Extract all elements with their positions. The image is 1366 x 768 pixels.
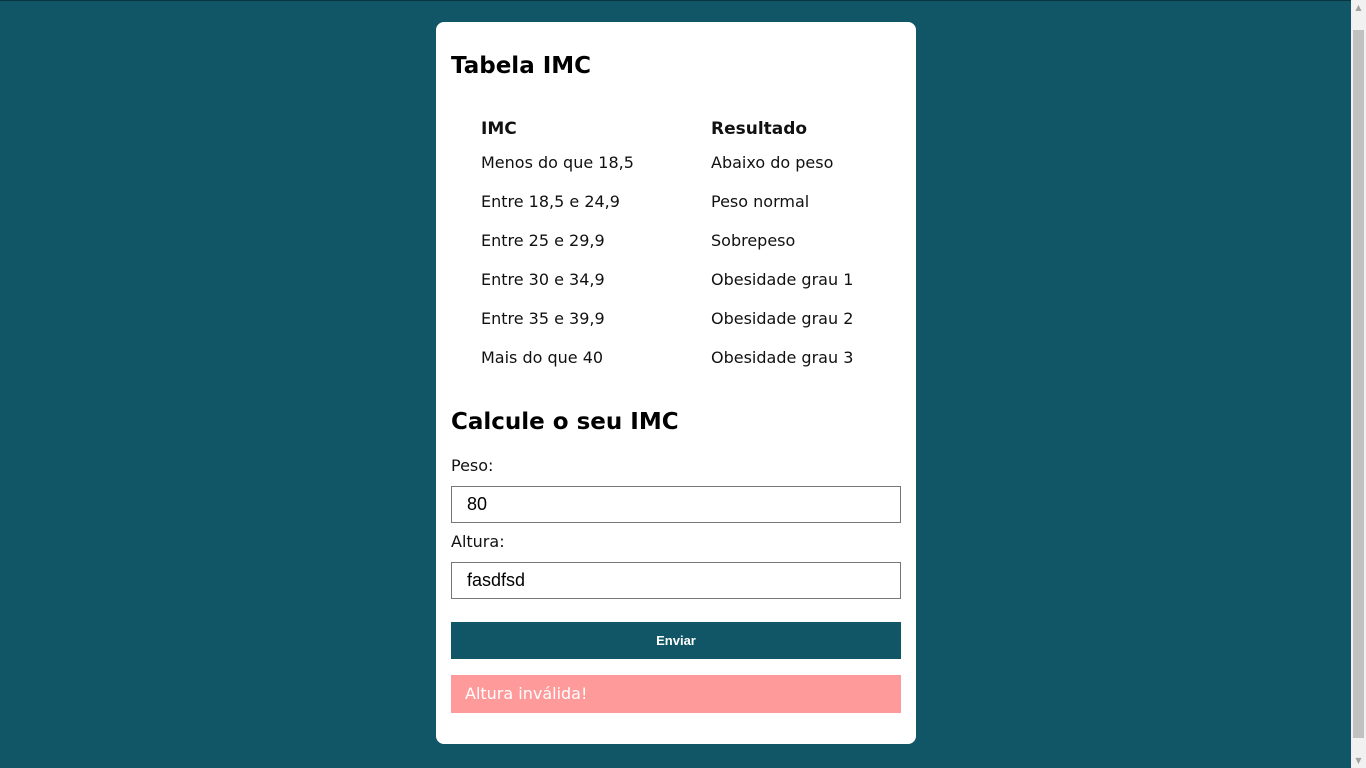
table-row: Entre 35 e 39,9 Obesidade grau 2 bbox=[481, 299, 871, 338]
cell-imc: Entre 30 e 34,9 bbox=[481, 270, 605, 289]
window-top-border bbox=[0, 0, 1366, 1]
cell-resultado: Obesidade grau 1 bbox=[711, 270, 854, 289]
cell-resultado: Peso normal bbox=[711, 192, 810, 211]
header-imc: IMC bbox=[481, 119, 517, 139]
header-resultado: Resultado bbox=[711, 119, 808, 139]
altura-label: Altura: bbox=[451, 532, 505, 551]
cell-imc: Entre 25 e 29,9 bbox=[481, 231, 605, 250]
table-row: Entre 18,5 e 24,9 Peso normal bbox=[481, 182, 871, 221]
cell-imc: Mais do que 40 bbox=[481, 348, 604, 367]
table-title: Tabela IMC bbox=[451, 53, 592, 79]
peso-input[interactable] bbox=[451, 486, 901, 523]
form-title: Calcule o seu IMC bbox=[451, 409, 679, 435]
imc-card: Tabela IMC IMC Resultado Menos do que 18… bbox=[436, 22, 916, 744]
vertical-scrollbar[interactable]: ▲ ▼ bbox=[1351, 0, 1366, 768]
table-header-row: IMC Resultado bbox=[481, 115, 871, 143]
cell-imc: Entre 35 e 39,9 bbox=[481, 309, 605, 328]
cell-resultado: Obesidade grau 2 bbox=[711, 309, 854, 328]
enviar-button[interactable]: Enviar bbox=[451, 622, 901, 659]
table-row: Entre 30 e 34,9 Obesidade grau 1 bbox=[481, 260, 871, 299]
cell-resultado: Obesidade grau 3 bbox=[711, 348, 854, 367]
scroll-up-icon[interactable]: ▲ bbox=[1351, 0, 1366, 15]
table-row: Mais do que 40 Obesidade grau 3 bbox=[481, 338, 871, 377]
cell-imc: Menos do que 18,5 bbox=[481, 153, 634, 172]
peso-label: Peso: bbox=[451, 456, 494, 475]
error-message: Altura inválida! bbox=[451, 675, 901, 713]
imc-table: IMC Resultado Menos do que 18,5 Abaixo d… bbox=[481, 115, 871, 377]
table-row: Menos do que 18,5 Abaixo do peso bbox=[481, 143, 871, 182]
scrollbar-thumb[interactable] bbox=[1353, 30, 1364, 738]
scroll-down-icon[interactable]: ▼ bbox=[1351, 753, 1366, 768]
altura-input[interactable] bbox=[451, 562, 901, 599]
cell-resultado: Sobrepeso bbox=[711, 231, 796, 250]
cell-imc: Entre 18,5 e 24,9 bbox=[481, 192, 620, 211]
table-row: Entre 25 e 29,9 Sobrepeso bbox=[481, 221, 871, 260]
cell-resultado: Abaixo do peso bbox=[711, 153, 834, 172]
